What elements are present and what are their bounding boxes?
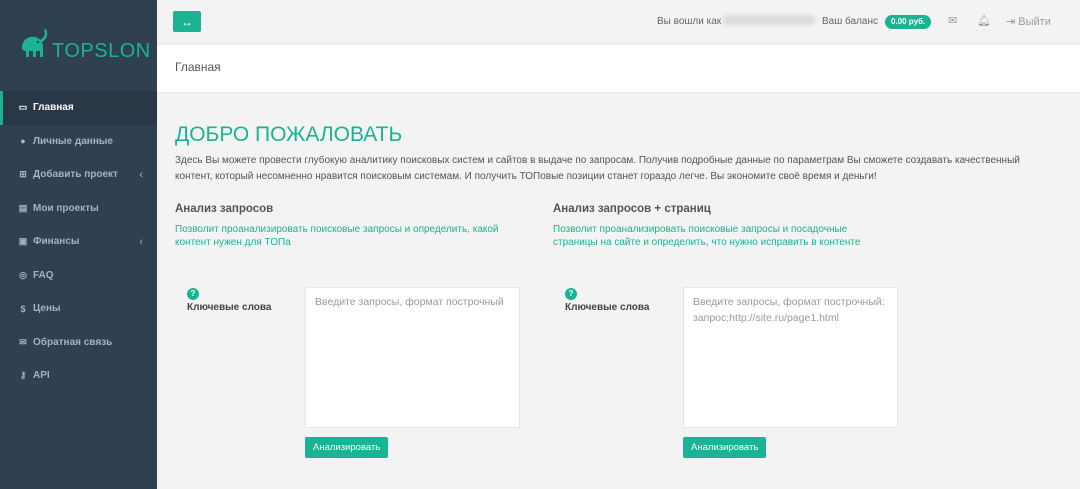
list-icon: ▤ xyxy=(18,202,28,213)
sidebar-item-label: Главная xyxy=(33,102,74,114)
envelope-icon: ✉ xyxy=(19,336,27,347)
sidebar-item-label: Добавить проект xyxy=(33,169,118,181)
user-icon: ● xyxy=(20,136,26,147)
logout-link[interactable]: ⇥ Выйти xyxy=(1006,15,1051,28)
help-icon[interactable]: ? xyxy=(565,288,577,300)
brand-name: TOPSLON xyxy=(52,40,151,62)
keywords-textarea[interactable] xyxy=(305,287,520,428)
query-page-analysis-panel: Анализ запросов + страниц Позволит проан… xyxy=(553,203,913,249)
sidebar-item-label: Мои проекты xyxy=(33,202,99,214)
sidebar-item-finance[interactable]: ▣ Финансы ‹ xyxy=(0,225,157,259)
sidebar-item-prices[interactable]: $ Цены xyxy=(0,292,157,326)
top-navbar: ↔ Вы вошли как Ваш баланс 0.00 руб. ✉ 🔔︎… xyxy=(157,0,1080,44)
sidebar-item-label: API xyxy=(33,370,50,382)
sidebar-item-label: Финансы xyxy=(33,236,80,248)
sidebar-toggle-button[interactable]: ↔ xyxy=(173,11,201,32)
intro-text: Здесь Вы можете провести глубокую аналит… xyxy=(175,155,1020,182)
query-analysis-panel: Анализ запросов Позволит проанализироват… xyxy=(175,203,535,249)
keywords-label: Ключевые слова xyxy=(565,302,650,313)
sidebar-item-home[interactable]: ▭ Главная xyxy=(0,91,157,125)
keywords-urls-textarea[interactable] xyxy=(683,287,898,428)
elephant-icon xyxy=(22,29,48,57)
logged-in-label: Вы вошли как xyxy=(657,16,722,27)
panel-heading: Анализ запросов + страниц xyxy=(553,203,711,215)
envelope-icon[interactable]: ✉ xyxy=(948,14,957,27)
breadcrumb-bar: Главная xyxy=(157,45,1080,93)
breadcrumb: Главная xyxy=(175,60,221,74)
dollar-icon: $ xyxy=(20,303,26,314)
sidebar-item-my-projects[interactable]: ▤ Мои проекты xyxy=(0,192,157,226)
chevron-left-icon: ‹ xyxy=(139,235,143,248)
sign-out-icon: ⇥ xyxy=(1006,16,1016,28)
sidebar-item-profile[interactable]: ● Личные данные xyxy=(0,125,157,159)
username-redacted xyxy=(723,15,815,25)
analyze-button[interactable]: Анализировать xyxy=(683,437,767,458)
plus-square-icon: ⊞ xyxy=(19,169,27,180)
money-icon: ▣ xyxy=(18,236,28,247)
sidebar: TOPSLON ▭ Главная ● Личные данные ⊞ Доба… xyxy=(0,0,157,489)
main-content: ДОБРО ПОЖАЛОВАТЬ Здесь Вы можете провест… xyxy=(157,93,1080,489)
logo[interactable]: TOPSLON xyxy=(16,26,150,72)
sidebar-item-label: FAQ xyxy=(33,269,54,281)
panel-description: Позволит проанализировать поисковые запр… xyxy=(553,224,861,248)
balance-badge[interactable]: 0.00 руб. xyxy=(885,15,932,29)
sidebar-nav: ▭ Главная ● Личные данные ⊞ Добавить про… xyxy=(0,91,157,393)
lifebuoy-icon: ◎ xyxy=(19,269,27,280)
sidebar-item-label: Личные данные xyxy=(33,135,113,147)
help-icon[interactable]: ? xyxy=(187,288,199,300)
panel-description: Позволит проанализировать поисковые запр… xyxy=(175,224,499,248)
balance-label: Ваш баланс xyxy=(822,16,879,27)
monitor-icon: ▭ xyxy=(18,102,28,113)
key-icon: ⚷ xyxy=(19,370,27,381)
panel-heading: Анализ запросов xyxy=(175,203,274,215)
sidebar-item-label: Цены xyxy=(33,303,61,315)
page-title: ДОБРО ПОЖАЛОВАТЬ xyxy=(175,123,403,146)
sidebar-item-api[interactable]: ⚷ API xyxy=(0,359,157,393)
analyze-button[interactable]: Анализировать xyxy=(305,437,389,458)
logout-label: Выйти xyxy=(1018,16,1051,28)
sidebar-item-feedback[interactable]: ✉ Обратная связь xyxy=(0,326,157,360)
bell-icon[interactable]: 🔔︎ xyxy=(977,14,991,27)
keywords-label: Ключевые слова xyxy=(187,302,272,313)
sidebar-item-faq[interactable]: ◎ FAQ xyxy=(0,259,157,293)
sidebar-item-add-project[interactable]: ⊞ Добавить проект ‹ xyxy=(0,158,157,192)
arrows-horizontal-icon: ↔ xyxy=(181,14,193,29)
sidebar-item-label: Обратная связь xyxy=(33,336,113,348)
chevron-left-icon: ‹ xyxy=(139,168,143,181)
